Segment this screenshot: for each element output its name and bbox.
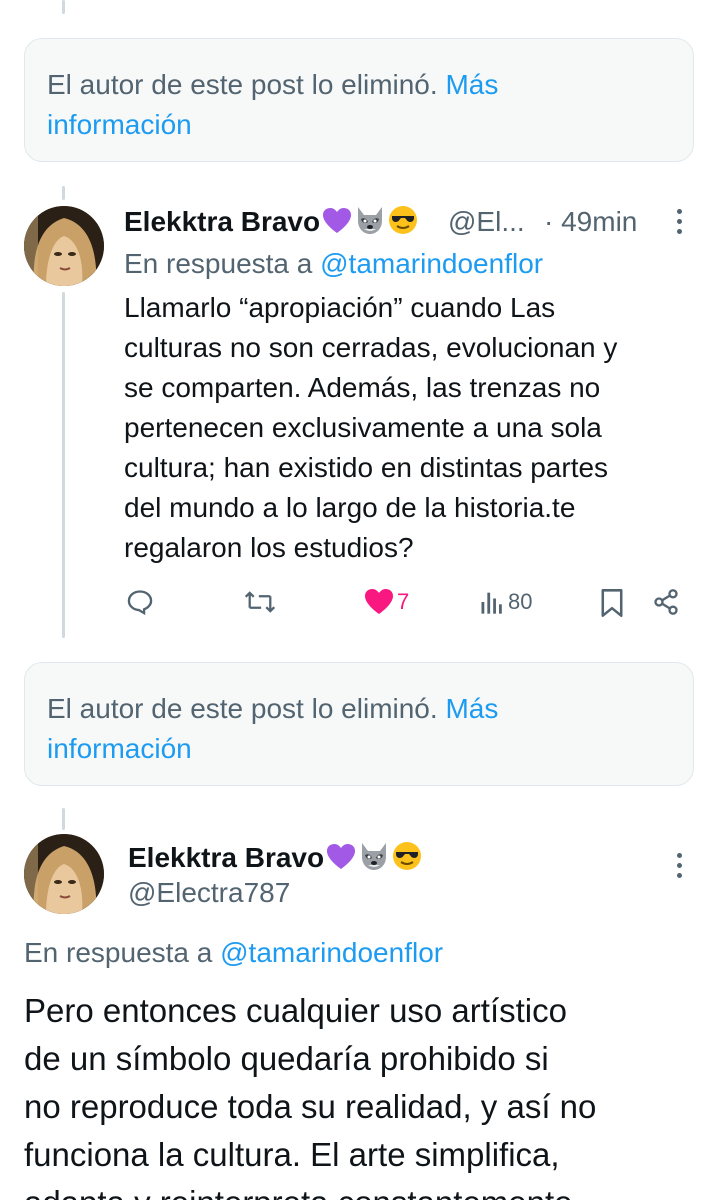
- reply-to-handle[interactable]: @tamarindoenflor: [220, 937, 443, 968]
- more-info-link-cont[interactable]: información: [47, 729, 671, 769]
- tweet-body-line: regalaron los estudios?: [124, 532, 414, 563]
- raccoon-emoji: [354, 205, 386, 243]
- like-count: 7: [397, 589, 410, 614]
- share-button[interactable]: [652, 588, 680, 616]
- like-icon: [365, 589, 393, 614]
- thread-line-tweet1-body: [62, 292, 65, 638]
- tweet-body-line: funciona la cultura. El arte simplifica,: [24, 1136, 560, 1173]
- thread-line-tweet1: [62, 186, 65, 200]
- sunglasses-emoji: [388, 205, 418, 243]
- views-button[interactable]: 80: [480, 588, 532, 616]
- like-button[interactable]: 7: [364, 588, 409, 616]
- avatar[interactable]: [24, 834, 104, 914]
- tweet-body-line: de un símbolo quedaría prohibido si: [24, 1040, 549, 1077]
- retweet-icon: [244, 591, 276, 613]
- tweet-body-line: culturas no son cerradas, evolucionan y: [124, 332, 618, 363]
- raccoon-emoji: [358, 841, 390, 879]
- bookmark-icon: [601, 589, 623, 617]
- deleted-post-notice: El autor de este post lo eliminó. Más in…: [24, 38, 694, 162]
- tweet-body-line: cultura; han existido en distintas parte…: [124, 452, 609, 483]
- views-icon: [481, 592, 502, 614]
- avatar[interactable]: [24, 206, 104, 286]
- reply-context: En respuesta a @tamarindoenflor: [124, 248, 544, 279]
- display-name[interactable]: Elekktra Bravo: [128, 841, 422, 879]
- share-icon: [654, 589, 678, 615]
- deleted-notice-line: El autor de este post lo eliminó. Más: [47, 693, 499, 724]
- purple-heart-emoji: [326, 843, 356, 879]
- deleted-post-notice: El autor de este post lo eliminó. Más in…: [24, 662, 694, 786]
- purple-heart-emoji: [322, 207, 352, 243]
- bookmark-button[interactable]: [600, 588, 624, 618]
- sunglasses-emoji: [392, 841, 422, 879]
- more-icon[interactable]: [677, 853, 685, 883]
- view-count: 80: [508, 589, 533, 614]
- deleted-notice-line: El autor de este post lo eliminó. Más: [47, 69, 499, 100]
- tweet-body-line: adapta y reinterpreta constantemente: [24, 1179, 704, 1200]
- tweet-body-line: no reproduce toda su realidad, y así no: [24, 1088, 597, 1125]
- tweet-body-line: del mundo a lo largo de la historia.te: [124, 492, 576, 523]
- more-info-link-cont[interactable]: información: [47, 105, 671, 145]
- thread-line-tweet2: [62, 808, 65, 830]
- tweet-body-line: Llamarlo “apropiación” cuando Las: [124, 292, 556, 323]
- reply-context: En respuesta a @tamarindoenflor: [24, 937, 444, 968]
- tweet-body-line: pertenecen exclusivamente a una sola: [124, 412, 602, 443]
- reply-button[interactable]: [126, 588, 154, 616]
- thread-line-top: [62, 0, 65, 14]
- more-info-link[interactable]: Más: [445, 69, 498, 100]
- retweet-button[interactable]: [244, 588, 276, 616]
- more-info-link[interactable]: Más: [445, 693, 498, 724]
- user-handle[interactable]: @Electra787: [128, 876, 290, 910]
- more-icon[interactable]: [677, 209, 685, 239]
- tweet-body: Llamarlo “apropiación” cuando Las cultur…: [124, 288, 694, 568]
- reply-icon: [127, 590, 153, 616]
- post-time[interactable]: · 49min: [544, 205, 637, 239]
- tweet-body-line: se comparten. Además, las trenzas no: [124, 372, 601, 403]
- user-handle[interactable]: @El...: [448, 205, 525, 239]
- reply-to-handle[interactable]: @tamarindoenflor: [320, 248, 543, 279]
- tweet-body-line: Pero entonces cualquier uso artístico: [24, 992, 567, 1029]
- tweet-body: Pero entonces cualquier uso artístico de…: [24, 987, 704, 1200]
- display-name[interactable]: Elekktra Bravo: [124, 205, 418, 243]
